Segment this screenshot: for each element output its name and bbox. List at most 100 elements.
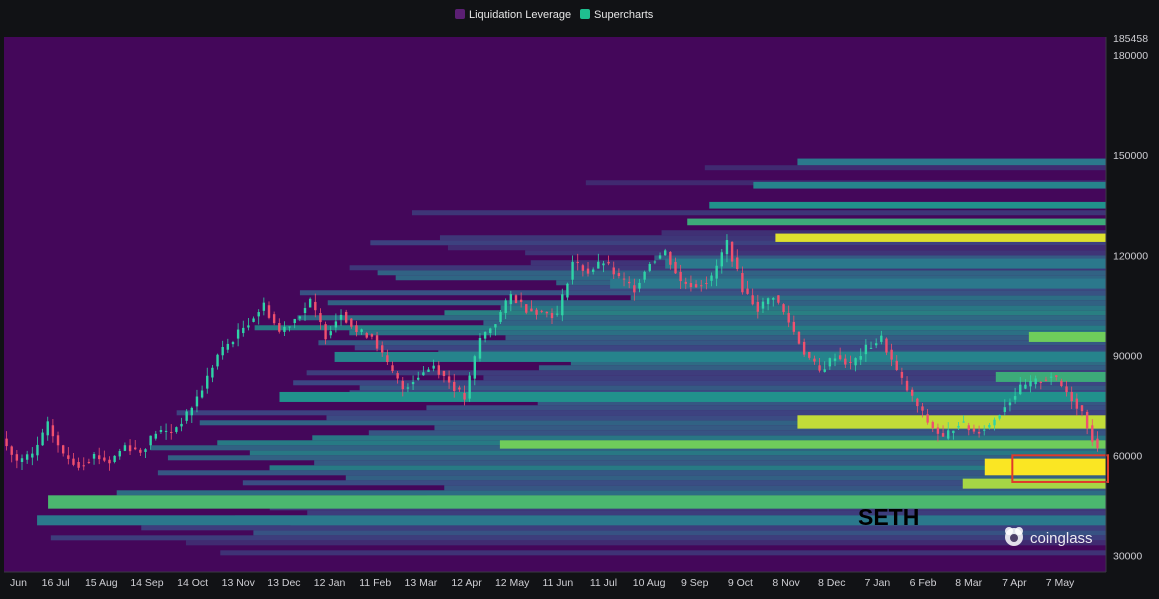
x-tick-label: 7 Jan: [865, 577, 891, 589]
candle-body: [221, 347, 224, 356]
candle-body: [406, 387, 410, 389]
candle-body: [1019, 384, 1022, 395]
candle-body: [926, 414, 929, 423]
candle-body: [226, 343, 230, 350]
candle-body: [900, 371, 904, 378]
candle-body: [267, 305, 271, 318]
density-row: [312, 435, 1106, 441]
candle-body: [869, 347, 873, 349]
candle-body: [180, 423, 183, 427]
candle-body: [103, 457, 106, 461]
candle-body: [910, 389, 914, 396]
x-tick-label: 13 Mar: [405, 577, 438, 589]
candle-body: [1065, 386, 1068, 393]
candle-body: [664, 250, 667, 256]
candle-body: [669, 251, 672, 265]
density-row: [269, 465, 1106, 471]
density-row: [318, 340, 1106, 346]
candle-body: [175, 427, 178, 432]
candle-body: [329, 331, 332, 336]
candle-body: [766, 298, 770, 305]
candle-body: [1085, 411, 1089, 429]
density-row: [116, 490, 1106, 496]
candle-body: [638, 282, 641, 289]
candle-body: [350, 318, 353, 327]
candle-body: [51, 425, 55, 437]
candle-body: [700, 285, 703, 287]
candle-body: [360, 329, 363, 332]
candle-body: [82, 465, 85, 467]
candle-body: [736, 257, 739, 270]
candle-body: [473, 356, 477, 379]
candle-body: [87, 461, 91, 463]
candle-body: [941, 433, 945, 437]
candle-body: [936, 427, 940, 434]
density-row: [293, 380, 1106, 386]
y-top-label: 185458: [1113, 33, 1148, 45]
density-row: [185, 540, 1106, 546]
x-tick-label: 13 Nov: [222, 577, 256, 589]
candle-body: [627, 281, 631, 284]
seth-annotation: SETH: [858, 504, 919, 530]
candle-body: [782, 304, 785, 313]
candle-body: [365, 333, 368, 338]
candle-body: [20, 458, 24, 462]
candle-body: [298, 316, 302, 319]
candle-body: [1044, 379, 1048, 381]
candle-body: [864, 344, 868, 355]
density-row: [306, 370, 1106, 376]
legend-item-liquidation-leverage[interactable]: Liquidation Leverage: [455, 9, 571, 21]
candle-body: [571, 261, 574, 280]
density-row: [176, 410, 1107, 416]
candle-body: [885, 338, 888, 353]
candle-body: [447, 376, 451, 383]
candle-body: [216, 354, 219, 367]
candle-body: [41, 432, 44, 446]
legend-item-supercharts[interactable]: Supercharts: [580, 9, 654, 21]
candle-body: [396, 373, 399, 379]
candle-body: [535, 309, 538, 315]
coinglass-logo-icon: [1005, 527, 1023, 546]
candle-body: [36, 444, 39, 456]
candle-body: [386, 355, 389, 363]
candle-body: [679, 271, 682, 282]
x-tick-label: 12 Jan: [314, 577, 346, 589]
candle-body: [303, 308, 307, 314]
candle-body: [607, 261, 610, 264]
candle-body: [828, 358, 832, 367]
candle-body: [391, 365, 394, 372]
candle-body: [648, 263, 651, 271]
candle-body: [545, 311, 549, 314]
candle-body: [1096, 438, 1099, 449]
density-row: [254, 325, 1107, 331]
density-row: [411, 210, 1106, 216]
candle-body: [370, 334, 374, 337]
candle-body: [838, 355, 842, 360]
candle-body: [823, 369, 826, 372]
candle-body: [591, 269, 595, 272]
x-tick-label: 7 Apr: [1002, 577, 1027, 589]
x-tick-label: 6 Feb: [910, 577, 937, 589]
candle-body: [437, 365, 440, 375]
density-row: [141, 525, 1106, 531]
liquidation-band: [499, 440, 1106, 449]
candle-body: [916, 398, 919, 407]
candle-body: [633, 285, 636, 293]
x-tick-label: 14 Sep: [130, 577, 163, 589]
candle-body: [422, 372, 425, 376]
candle-body: [67, 455, 70, 459]
density-row: [359, 385, 1106, 391]
candle-body: [874, 343, 878, 346]
candle-body: [417, 377, 420, 380]
candle-body: [432, 365, 435, 369]
candle-body: [797, 331, 801, 344]
candle-body: [236, 329, 240, 339]
candle-body: [288, 326, 291, 328]
x-tick-label: 8 Dec: [818, 577, 845, 589]
candle-body: [705, 283, 708, 285]
candle-body: [1070, 391, 1073, 402]
density-row: [327, 300, 1106, 306]
candle-body: [504, 300, 507, 314]
candle-body: [453, 381, 456, 391]
x-tick-label: 10 Aug: [633, 577, 666, 589]
